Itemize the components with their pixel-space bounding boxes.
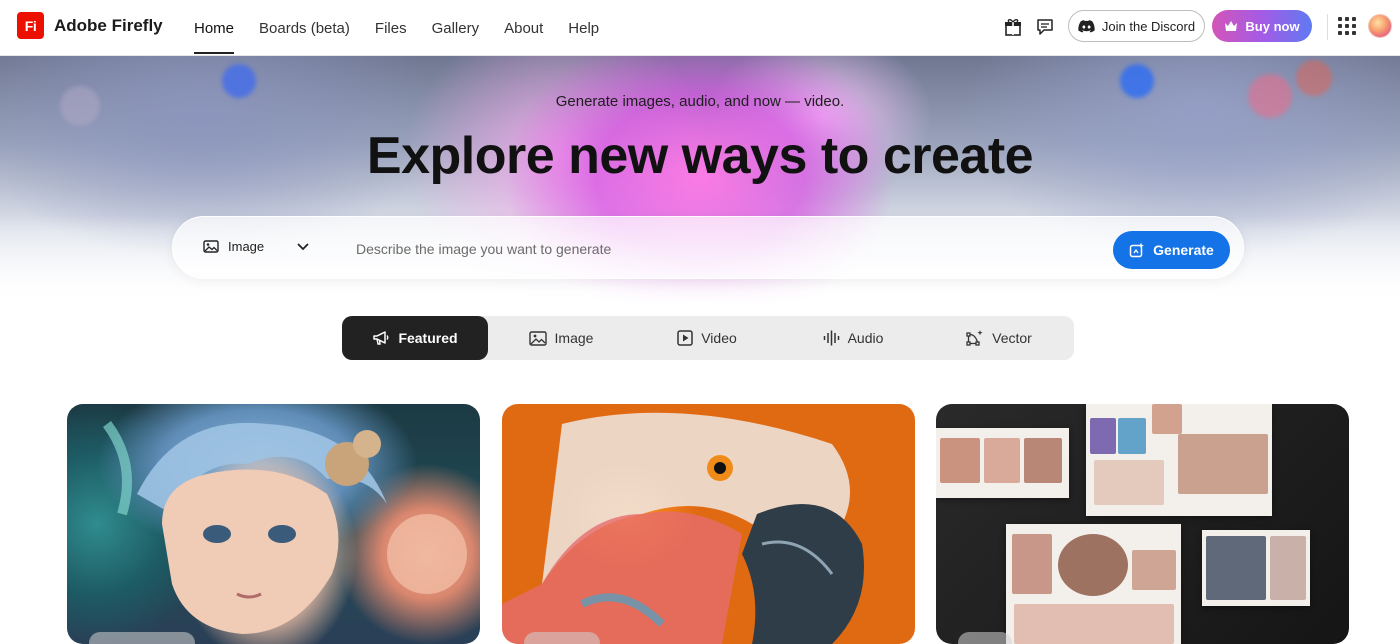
moodboard-panel xyxy=(1006,524,1181,644)
firefly-logo-icon: Fi xyxy=(17,12,44,39)
nav-home[interactable]: Home xyxy=(194,0,235,56)
chat-icon[interactable] xyxy=(1034,16,1056,38)
app-logo[interactable]: Fi Adobe Firefly xyxy=(17,12,163,39)
hero-title: Explore new ways to create xyxy=(366,127,1034,185)
chevron-down-icon xyxy=(297,242,309,250)
generate-label: Generate xyxy=(1153,242,1214,258)
content-type-value: Image xyxy=(228,239,265,254)
prompt-bar: Image Generate xyxy=(172,216,1244,279)
tab-label: Featured xyxy=(398,330,458,346)
generate-button[interactable]: Generate xyxy=(1113,231,1230,269)
nav-gallery[interactable]: Gallery xyxy=(432,0,480,56)
card-label-chip xyxy=(89,632,195,644)
tab-label: Vector xyxy=(992,330,1032,346)
nav-about[interactable]: About xyxy=(504,0,543,56)
video-icon xyxy=(677,330,693,346)
card-artwork xyxy=(502,412,864,644)
discord-icon xyxy=(1078,19,1095,33)
prompt-input[interactable] xyxy=(356,236,1056,262)
megaphone-icon xyxy=(373,331,389,345)
tab-video[interactable]: Video xyxy=(634,316,780,360)
main-nav: Home Boards (beta) Files Gallery About H… xyxy=(194,0,624,56)
buy-now-label: Buy now xyxy=(1245,18,1300,34)
user-avatar[interactable] xyxy=(1368,14,1392,38)
crown-icon xyxy=(1225,21,1238,31)
discord-label: Join the Discord xyxy=(1101,18,1196,34)
tab-vector[interactable]: Vector xyxy=(926,316,1072,360)
vector-icon xyxy=(966,330,983,346)
card-artwork xyxy=(102,421,467,634)
bokeh-light xyxy=(1296,60,1332,96)
tab-image[interactable]: Image xyxy=(488,316,634,360)
moodboard-panel xyxy=(1086,404,1272,516)
tab-featured[interactable]: Featured xyxy=(342,316,488,360)
image-icon xyxy=(528,330,547,346)
apps-grid-icon[interactable] xyxy=(1338,17,1356,35)
nav-files[interactable]: Files xyxy=(375,0,407,56)
nav-boards[interactable]: Boards (beta) xyxy=(259,0,350,56)
join-discord-button[interactable]: Join the Discord xyxy=(1068,10,1205,42)
card-label-chip xyxy=(524,632,600,644)
header-divider xyxy=(1327,14,1328,40)
tab-audio[interactable]: Audio xyxy=(780,316,926,360)
tab-label: Video xyxy=(701,330,737,346)
gift-icon[interactable] xyxy=(1002,16,1024,38)
featured-card-parrot[interactable] xyxy=(502,404,915,644)
buy-now-button[interactable]: Buy now xyxy=(1212,10,1312,42)
moodboard-panel xyxy=(1202,530,1310,606)
top-header: Fi Adobe Firefly Home Boards (beta) File… xyxy=(0,0,1400,56)
featured-card-portrait[interactable] xyxy=(67,404,480,644)
image-icon xyxy=(203,240,219,253)
generate-sparkle-icon xyxy=(1129,242,1145,258)
nav-help[interactable]: Help xyxy=(568,0,599,56)
moodboard-panel xyxy=(936,428,1069,498)
audio-wave-icon xyxy=(823,330,839,346)
category-tabs: Featured Image Video Audio Vector xyxy=(342,316,1074,360)
content-type-select[interactable]: Image xyxy=(203,239,318,254)
app-name: Adobe Firefly xyxy=(54,15,163,35)
featured-card-moodboard[interactable] xyxy=(936,404,1349,644)
tab-label: Image xyxy=(554,330,594,346)
tab-label: Audio xyxy=(847,330,884,346)
hero-subtitle: Generate images, audio, and now — video. xyxy=(555,93,845,110)
card-label-chip xyxy=(958,632,1012,644)
